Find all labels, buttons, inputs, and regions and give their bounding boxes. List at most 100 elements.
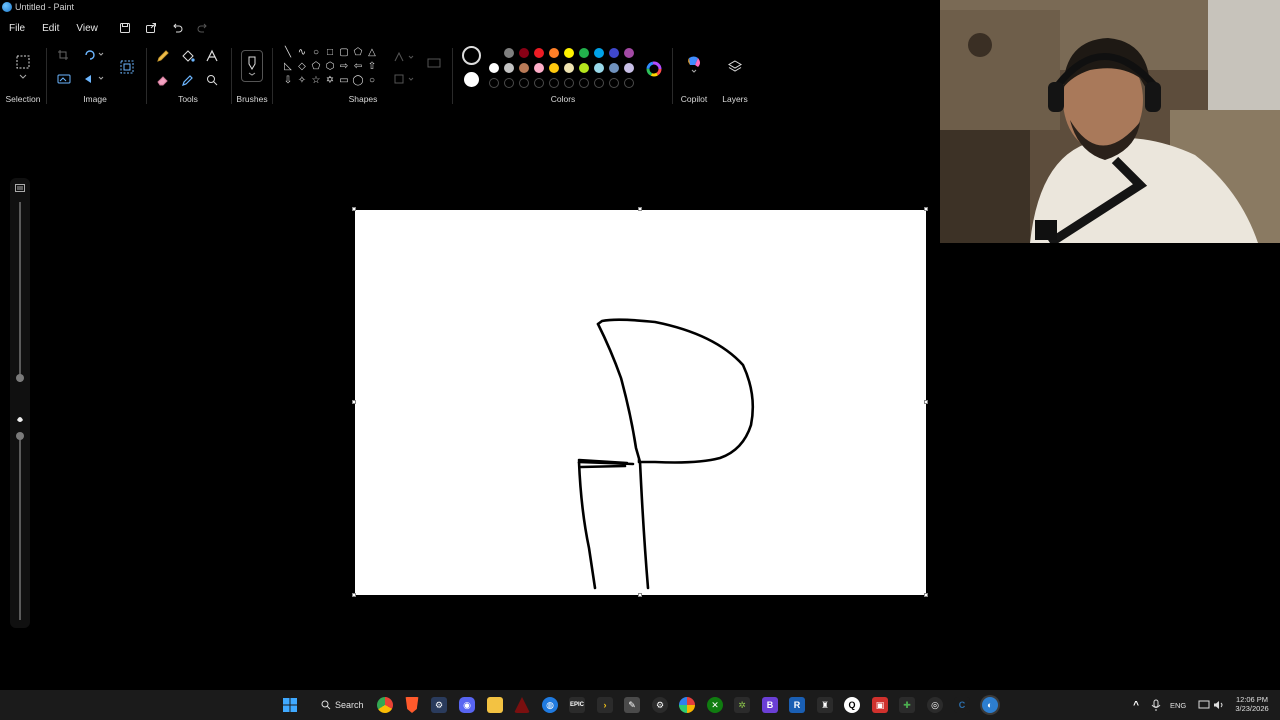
resize-handle[interactable] (638, 207, 642, 211)
display-icon[interactable] (1196, 697, 1212, 713)
menu-view[interactable]: View (70, 23, 109, 34)
menu-edit[interactable]: Edit (36, 23, 70, 34)
rotate-button[interactable] (82, 48, 106, 62)
down-arrow-shape-icon[interactable]: ⇩ (281, 74, 295, 88)
brave-icon[interactable] (405, 697, 419, 713)
left-arrow-shape-icon[interactable]: ⇦ (351, 60, 365, 74)
magnifier-tool[interactable] (204, 72, 220, 88)
color-swatch[interactable] (504, 63, 514, 73)
custom-color-slot[interactable] (489, 78, 499, 88)
triangle-shape-icon[interactable]: △ (365, 46, 379, 60)
color-swatch[interactable] (489, 63, 499, 73)
polygon-shape-icon[interactable]: ⬠ (351, 46, 365, 60)
outline-button[interactable] (392, 50, 418, 64)
app-icon-purple[interactable]: B (762, 697, 778, 713)
color-swatch[interactable] (534, 48, 544, 58)
flip-button[interactable] (82, 72, 106, 86)
six-point-star-shape-icon[interactable]: ✡ (323, 74, 337, 88)
brush-size-track[interactable] (19, 434, 21, 620)
share-button[interactable] (141, 18, 161, 38)
steam-icon[interactable]: ⚙ (431, 697, 447, 713)
layers-button[interactable] (725, 58, 745, 76)
rounded-rectangle-shape-icon[interactable]: ▢ (337, 46, 351, 60)
microphone-icon[interactable] (1148, 697, 1164, 713)
color-swatch[interactable] (594, 63, 604, 73)
custom-color-slot[interactable] (549, 78, 559, 88)
resize-handle[interactable] (924, 400, 928, 404)
brushes-button[interactable] (241, 50, 263, 82)
color-swatch[interactable] (549, 48, 559, 58)
resize-handle[interactable] (924, 593, 928, 597)
five-point-star-shape-icon[interactable]: ☆ (309, 74, 323, 88)
pentagon-shape-icon[interactable]: ⬠ (309, 60, 323, 74)
rectangle-shape-icon[interactable]: □ (323, 46, 337, 60)
zoom-track[interactable] (19, 202, 21, 382)
settings-icon[interactable]: ⚙ (652, 697, 668, 713)
epic-games-icon[interactable]: EPIC (569, 697, 585, 713)
color-swatch[interactable] (549, 63, 559, 73)
text-tool[interactable] (204, 48, 220, 64)
cloud-callout-shape-icon[interactable]: ○ (365, 74, 379, 88)
up-arrow-shape-icon[interactable]: ⇧ (365, 60, 379, 74)
background-removal-button[interactable] (56, 72, 72, 86)
selection-dropdown[interactable] (17, 72, 29, 82)
right-arrow-shape-icon[interactable]: ⇨ (337, 60, 351, 74)
app-icon-gear-green[interactable]: ✲ (734, 697, 750, 713)
xbox-icon[interactable]: ✕ (707, 697, 723, 713)
custom-color-slot[interactable] (504, 78, 514, 88)
notepad-icon[interactable]: ✎ (624, 697, 640, 713)
oval-shape-icon[interactable]: ○ (309, 46, 323, 60)
app-icon-green-wrench[interactable]: ✚ (899, 697, 915, 713)
color-swatch[interactable] (594, 48, 604, 58)
color-swatch[interactable] (564, 48, 574, 58)
color-picker-tool[interactable] (180, 72, 196, 88)
custom-color-slot[interactable] (594, 78, 604, 88)
zoom-thumb[interactable] (16, 374, 24, 382)
brush-size-thumb[interactable] (16, 432, 24, 440)
primary-color[interactable] (462, 46, 481, 65)
edit-colors-button[interactable] (645, 60, 663, 78)
custom-color-slot[interactable] (534, 78, 544, 88)
eraser-tool[interactable] (155, 72, 171, 88)
app-icon-red-box[interactable]: ▣ (872, 697, 888, 713)
terminal-icon[interactable]: › (597, 697, 613, 713)
rounded-callout-shape-icon[interactable]: ▭ (337, 74, 351, 88)
app-icon-r[interactable]: R (789, 697, 805, 713)
color-swatch[interactable] (519, 48, 529, 58)
chrome-icon[interactable] (377, 697, 393, 713)
custom-color-slot[interactable] (624, 78, 634, 88)
color-swatch[interactable] (504, 48, 514, 58)
resize-handle[interactable] (924, 207, 928, 211)
selection-tool[interactable] (13, 52, 33, 72)
volume-icon[interactable] (1211, 697, 1227, 713)
language-indicator[interactable]: ENG (1170, 701, 1186, 710)
custom-color-slot[interactable] (579, 78, 589, 88)
color-swatch[interactable] (609, 63, 619, 73)
save-button[interactable] (115, 18, 135, 38)
copilot-button[interactable] (684, 54, 704, 76)
right-triangle-shape-icon[interactable]: ◺ (281, 60, 295, 74)
discord-icon[interactable]: ◉ (459, 697, 475, 713)
custom-color-slot[interactable] (609, 78, 619, 88)
crop-button[interactable] (56, 48, 70, 62)
color-swatch[interactable] (579, 48, 589, 58)
fill-tool[interactable] (180, 48, 196, 64)
app-icon-q[interactable]: Q (844, 697, 860, 713)
app-icon-c[interactable]: C (954, 697, 970, 713)
four-point-star-shape-icon[interactable]: ✧ (295, 74, 309, 88)
line-shape-icon[interactable]: ╲ (281, 46, 295, 60)
oval-callout-shape-icon[interactable]: ◯ (351, 74, 365, 88)
app-icon-round[interactable]: ◎ (927, 697, 943, 713)
chevron-up-icon[interactable]: ^ (1128, 697, 1144, 713)
diamond-shape-icon[interactable]: ◇ (295, 60, 309, 74)
start-button[interactable] (282, 697, 298, 713)
color-swatch[interactable] (579, 63, 589, 73)
photos-icon[interactable] (679, 697, 695, 713)
fill-style-button[interactable] (392, 72, 418, 86)
color-swatch[interactable] (519, 63, 529, 73)
resize-handle[interactable] (352, 400, 356, 404)
color-swatch[interactable] (534, 63, 544, 73)
color-swatch[interactable] (624, 48, 634, 58)
paint-taskbar-icon[interactable]: ◐ (982, 697, 998, 713)
hexagon-shape-icon[interactable]: ⬡ (323, 60, 337, 74)
